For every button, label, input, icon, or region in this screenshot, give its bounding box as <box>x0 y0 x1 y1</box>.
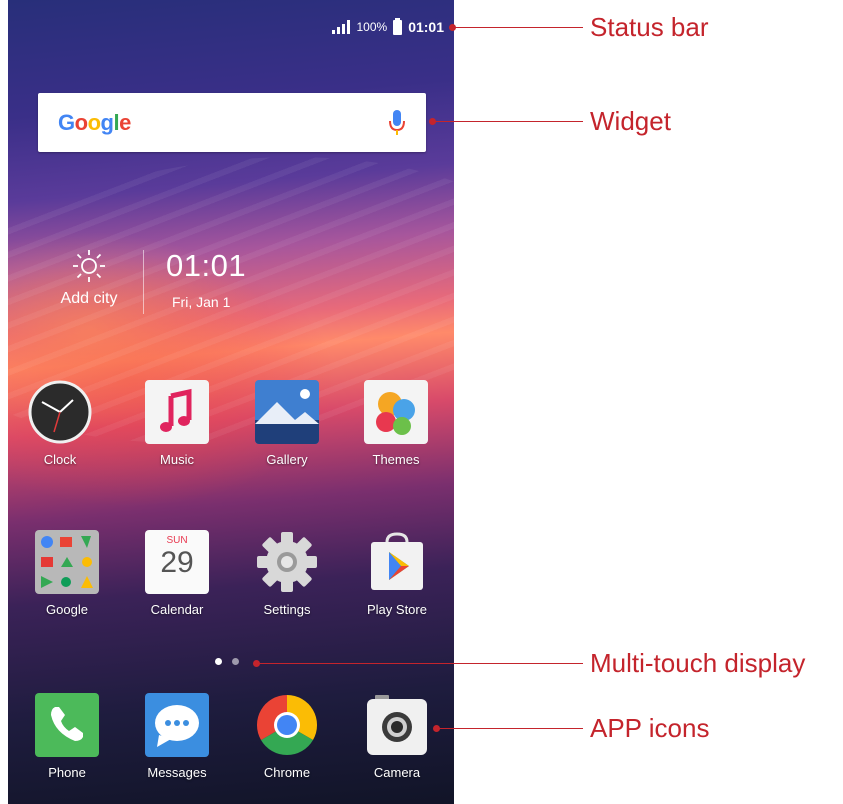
callout-widget-line <box>435 121 583 122</box>
app-label: Play Store <box>367 602 427 617</box>
status-bar: 100% 01:01 <box>332 16 444 38</box>
app-label: Calendar <box>150 602 204 617</box>
app-label: Clock <box>43 452 77 467</box>
app-label: Messages <box>147 765 207 780</box>
clock-widget-time: 01:01 <box>166 248 247 283</box>
clock-icon <box>28 380 92 444</box>
app-settings[interactable]: Settings <box>239 530 335 617</box>
calendar-day-name: SUN <box>166 535 188 546</box>
dock-camera[interactable]: Camera <box>349 693 445 780</box>
widget-divider <box>143 250 144 314</box>
google-logo: Google <box>58 109 131 135</box>
app-play-store[interactable]: Play Store <box>349 530 445 617</box>
app-label: Google <box>46 602 88 617</box>
app-label: Chrome <box>263 765 311 780</box>
google-search-widget[interactable]: Google <box>38 93 426 152</box>
dock-phone[interactable]: Phone <box>19 693 115 780</box>
app-calendar[interactable]: SUN 29 Calendar <box>129 530 225 617</box>
gallery-icon <box>255 380 319 444</box>
dock-messages[interactable]: Messages <box>129 693 225 780</box>
app-google-folder[interactable]: Google <box>19 530 115 617</box>
callout-app-icons-label: APP icons <box>590 713 710 743</box>
callout-status-bar-label: Status bar <box>590 12 709 42</box>
weather-widget[interactable]: Add city <box>44 248 134 318</box>
page-dot[interactable] <box>232 658 239 665</box>
phone-screen: 100% 01:01 Google Add city 01:01 Fri, Ja… <box>8 0 454 804</box>
callout-multi-touch-line <box>259 663 583 664</box>
page-indicator <box>215 658 239 665</box>
status-time: 01:01 <box>408 19 444 35</box>
signal-icon <box>332 20 351 34</box>
callout-multi-touch-label: Multi-touch display <box>590 648 806 678</box>
calendar-icon: SUN 29 <box>145 530 209 594</box>
app-label: Themes <box>372 452 420 467</box>
chat-bubble-icon <box>145 693 209 757</box>
callout-app-icons-line <box>439 728 583 729</box>
add-city-label: Add city <box>60 290 118 307</box>
app-clock[interactable]: Clock <box>12 380 108 467</box>
play-store-icon <box>365 530 429 594</box>
callout-widget-label: Widget <box>590 106 671 136</box>
app-music[interactable]: Music <box>129 380 225 467</box>
calendar-day-number: 29 <box>160 546 194 579</box>
page-dot-active[interactable] <box>215 658 222 665</box>
chrome-icon <box>255 693 319 757</box>
app-label: Music <box>160 452 194 467</box>
clock-widget-date: Fri, Jan 1 <box>172 294 231 310</box>
dock-chrome[interactable]: Chrome <box>239 693 335 780</box>
gear-icon <box>255 530 319 594</box>
balloons-icon <box>364 380 428 444</box>
app-label: Camera <box>373 765 421 780</box>
clock-widget[interactable]: 01:01 Fri, Jan 1 <box>166 248 246 310</box>
battery-percent: 100% <box>356 20 388 34</box>
camera-icon <box>365 693 429 757</box>
sun-icon <box>73 250 105 282</box>
microphone-icon[interactable] <box>388 109 406 137</box>
app-label: Gallery <box>266 452 308 467</box>
battery-icon <box>393 17 403 35</box>
app-label: Phone <box>48 765 86 780</box>
app-label: Settings <box>263 602 311 617</box>
callout-status-bar-line <box>455 27 583 28</box>
folder-icon <box>35 530 99 594</box>
music-note-icon <box>145 380 209 444</box>
phone-icon <box>35 693 99 757</box>
app-themes[interactable]: Themes <box>348 380 444 467</box>
app-gallery[interactable]: Gallery <box>239 380 335 467</box>
